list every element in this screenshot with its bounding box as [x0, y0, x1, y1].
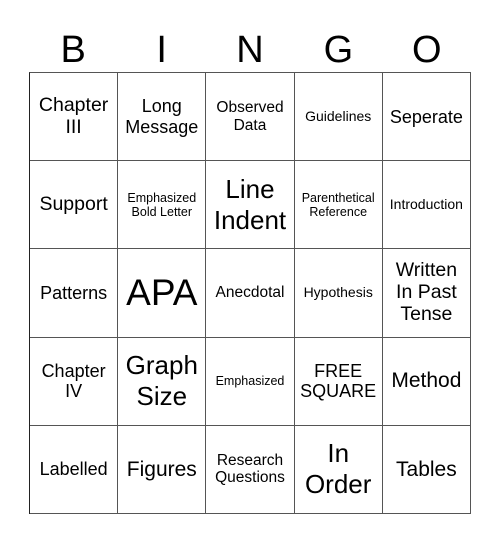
bingo-cell[interactable]: Line Indent [206, 161, 295, 250]
bingo-cell[interactable]: Labelled [30, 425, 119, 514]
bingo-cell[interactable]: Hypothesis [294, 249, 383, 338]
bingo-cell[interactable]: Support [30, 161, 119, 250]
header-letter-o: O [412, 29, 442, 71]
bingo-cell[interactable]: Tables [382, 425, 471, 514]
bingo-cell[interactable]: Chapter IV [30, 337, 119, 426]
bingo-cell[interactable]: Observed Data [206, 73, 295, 162]
bingo-cell[interactable]: Figures [118, 425, 207, 514]
header-letter-g: G [323, 29, 354, 71]
bingo-header: B I N G O [29, 28, 471, 72]
bingo-cell[interactable]: Introduction [382, 161, 471, 250]
free-square-cell[interactable]: FREE SQUARE [294, 337, 383, 426]
bingo-cell[interactable]: Parenthetical Reference [294, 161, 383, 250]
bingo-cell[interactable]: APA [118, 249, 207, 338]
header-letter-i: I [156, 29, 167, 71]
bingo-cell[interactable]: Patterns [30, 249, 119, 338]
bingo-cell[interactable]: Anecdotal [206, 249, 295, 338]
bingo-cell[interactable]: Guidelines [294, 73, 383, 162]
bingo-cell[interactable]: Long Message [118, 73, 207, 162]
bingo-cell[interactable]: Chapter III [30, 73, 119, 162]
bingo-cell[interactable]: Graph Size [118, 337, 207, 426]
bingo-cell[interactable]: Emphasized Bold Letter [118, 161, 207, 250]
bingo-cell[interactable]: In Order [294, 425, 383, 514]
bingo-cell[interactable]: Emphasized [206, 337, 295, 426]
header-letter-b: B [60, 29, 86, 71]
bingo-cell[interactable]: Research Questions [206, 425, 295, 514]
bingo-grid: Chapter III Long Message Observed Data G… [29, 72, 471, 514]
bingo-cell[interactable]: Seperate [382, 73, 471, 162]
bingo-cell[interactable]: Written In Past Tense [382, 249, 471, 338]
header-letter-n: N [236, 29, 264, 71]
bingo-cell[interactable]: Method [382, 337, 471, 426]
